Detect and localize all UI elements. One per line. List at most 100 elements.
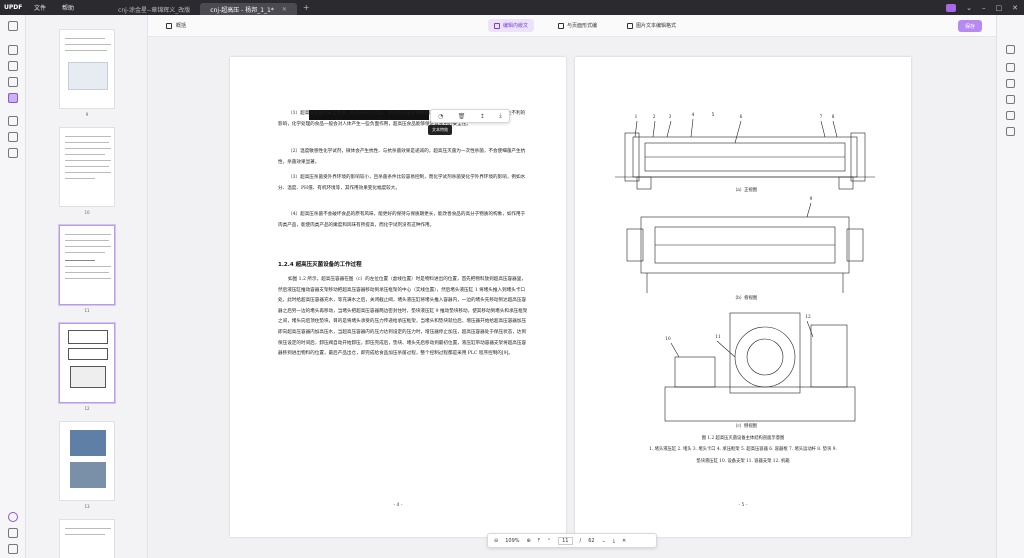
page-thumbnail-9[interactable]	[59, 29, 115, 109]
figure-legend-line-2: 垫块液压缸 10. 设备支架 11. 容器支架 12. 机箱	[696, 459, 790, 464]
save-as-icon[interactable]	[1006, 111, 1015, 120]
menu-help[interactable]: 帮助	[54, 3, 82, 12]
image-icon	[627, 22, 634, 29]
app-logo: UPDF	[4, 4, 23, 11]
print-icon[interactable]	[1006, 95, 1015, 104]
page-edit-mode-label: 与页面形式编	[567, 23, 598, 29]
callout-label: 9	[809, 197, 813, 202]
image-text-mode-label: 图片文本编辑格式	[636, 23, 677, 29]
figure-caption-a: （a）正视图	[732, 188, 758, 193]
close-navbar-button[interactable]: ✕	[622, 538, 626, 544]
body-paragraph[interactable]: 如图 1.2 所示，超高压容器在图（c）的左位位置（虚线位置）时是物料进出的位置…	[278, 275, 528, 360]
reader-icon[interactable]	[8, 21, 18, 31]
pdf-page-right: 1 2 3 4 5 6 7 8 （a）正视图 9 （b）俯视图 10 11 12…	[575, 57, 911, 537]
chevron-down-icon[interactable]: ⌄	[966, 4, 972, 12]
page-number-label: 10	[84, 210, 90, 215]
section-heading[interactable]: 1.2.4 超高压灭菌设备的工作过程	[278, 260, 362, 268]
text-edit-floating-bar: ◔ 🗑 ↥ ⤓	[430, 109, 510, 123]
next-page-button[interactable]: ⌄	[602, 538, 606, 544]
page-separator: /	[579, 537, 582, 544]
page-icon	[558, 22, 565, 29]
page-thumbnail-11[interactable]	[59, 225, 115, 305]
delete-icon[interactable]: 🗑	[458, 113, 466, 120]
page-edit-mode-button[interactable]: 与页面形式编	[552, 19, 603, 32]
ocr-icon[interactable]	[8, 116, 18, 126]
edit-icon[interactable]	[8, 61, 18, 71]
close-window-button[interactable]: ✕	[1012, 4, 1018, 12]
figure-caption-c: （c）侧视图	[733, 424, 757, 429]
download-icon[interactable]: ⤓	[499, 112, 502, 120]
attachment-icon[interactable]	[8, 544, 18, 554]
total-pages: 62	[588, 537, 595, 544]
page-thumbnail-10[interactable]	[59, 127, 115, 207]
callout-label: 12	[805, 315, 811, 320]
thumbnail-panel: 9 10 11 12 13	[26, 15, 148, 558]
close-tab-icon[interactable]: ✕	[282, 6, 287, 13]
previous-page-button[interactable]: ⌃	[547, 538, 551, 544]
edit-pdf-icon[interactable]	[8, 93, 18, 103]
callout-label: 3	[668, 115, 672, 120]
protect-icon[interactable]	[8, 132, 18, 142]
outline-button[interactable]: 概括	[176, 22, 186, 29]
last-page-button[interactable]: ⤓	[613, 538, 615, 544]
page-number-label: 9	[85, 112, 89, 117]
callout-label: 11	[715, 335, 721, 340]
ai-assistant-icon[interactable]	[8, 512, 18, 522]
edit-mode-button[interactable]: 编辑内嵌文	[488, 19, 535, 32]
page-number-label: 12	[84, 406, 90, 411]
tab-document-1[interactable]: cnj-涂金星--章锦辉义_改版	[108, 3, 200, 15]
mail-icon[interactable]	[1006, 127, 1015, 136]
page-tools-icon[interactable]	[8, 77, 18, 87]
page-navigation-bar: ⊖ 109% ⊕ ⤒ ⌃ 11 / 62 ⌄ ⤓ ✕	[487, 533, 657, 548]
callout-label: 6	[739, 115, 743, 120]
page-number: - 5 -	[738, 503, 748, 508]
layers-icon[interactable]	[8, 528, 18, 538]
page-number-label: 11	[84, 308, 90, 313]
comment-icon[interactable]	[8, 45, 18, 55]
page-number: - 4 -	[393, 503, 403, 508]
callout-label: 10	[665, 337, 671, 342]
title-bar: UPDF 文件 帮助 cnj-涂金星--章锦辉义_改版 cnj-超高压 - 杨邦…	[0, 0, 1024, 15]
organize-icon[interactable]	[8, 148, 18, 158]
search-icon[interactable]	[1006, 45, 1015, 54]
text-edit-icon	[494, 22, 500, 29]
minimize-button[interactable]: –	[982, 4, 986, 12]
save-button[interactable]: 保存	[958, 20, 982, 32]
callout-label: 1	[634, 115, 638, 120]
tab-label: cnj-涂金星--章锦辉义_改版	[118, 6, 191, 14]
tab-document-2[interactable]: cnj-超高压 - 杨邦_1_1* ✕	[200, 3, 297, 15]
export-icon[interactable]	[1006, 63, 1015, 72]
tab-label: cnj-超高压 - 杨邦_1_1*	[210, 6, 274, 14]
right-tool-rail	[996, 15, 1024, 558]
current-page-input[interactable]: 11	[558, 536, 573, 545]
figure-legend-line-1: 1. 堵头液压缸 2. 堵头 3. 堵头卡口 4. 承压框架 5. 超高压容器 …	[649, 447, 837, 452]
first-page-button[interactable]: ⤒	[538, 538, 540, 544]
figure-title: 图 1.2 超高压灭菌设备主体结构剖面示意图	[701, 436, 785, 441]
paragraph-4[interactable]: （4）超高压杀菌不会破坏食品的原有风味，能更好的保持与保质期更长，能改善食品的高…	[278, 210, 528, 231]
menu-file[interactable]: 文件	[26, 3, 54, 12]
add-tab-button[interactable]: +	[303, 3, 310, 12]
page-thumbnail-13[interactable]	[59, 421, 115, 501]
share-icon[interactable]	[1006, 79, 1015, 88]
page-thumbnail-14[interactable]	[59, 519, 115, 558]
callout-label: 2	[652, 115, 656, 120]
outline-icon	[166, 22, 172, 29]
maximize-button[interactable]: □	[996, 4, 1003, 12]
extract-icon[interactable]: ↥	[480, 113, 485, 120]
tooltip: 文本特效	[428, 125, 452, 135]
image-text-mode-button[interactable]: 图片文本编辑格式	[621, 19, 682, 32]
zoom-level[interactable]: 109%	[505, 538, 519, 544]
page-number-label: 13	[84, 504, 90, 509]
callout-label: 4	[691, 113, 695, 118]
text-effect-icon[interactable]: ◔	[438, 113, 443, 120]
paragraph-3[interactable]: （3）超高压杀菌受外界环境的影响较小，且杀菌条件比较容易控制，而化学试剂杀菌受化…	[278, 173, 528, 194]
left-tool-rail	[0, 15, 26, 558]
page-thumbnail-12[interactable]	[59, 323, 115, 403]
pdf-page-left: （1）超高压杀菌的安全性高，已有的科学实验，学试剂与微生物细胞内物质作用生成的产…	[230, 57, 566, 537]
paragraph-2[interactable]: （2）温度敏感性化学试剂，微体会产生抗性、与抗杀菌效果是递减的，超高压灭菌为一次…	[278, 147, 528, 168]
callout-label: 5	[711, 113, 715, 118]
avatar[interactable]	[946, 3, 957, 12]
zoom-in-button[interactable]: ⊕	[527, 538, 531, 544]
edit-mode-label: 编辑内嵌文	[503, 23, 529, 29]
zoom-out-button[interactable]: ⊖	[494, 538, 498, 544]
